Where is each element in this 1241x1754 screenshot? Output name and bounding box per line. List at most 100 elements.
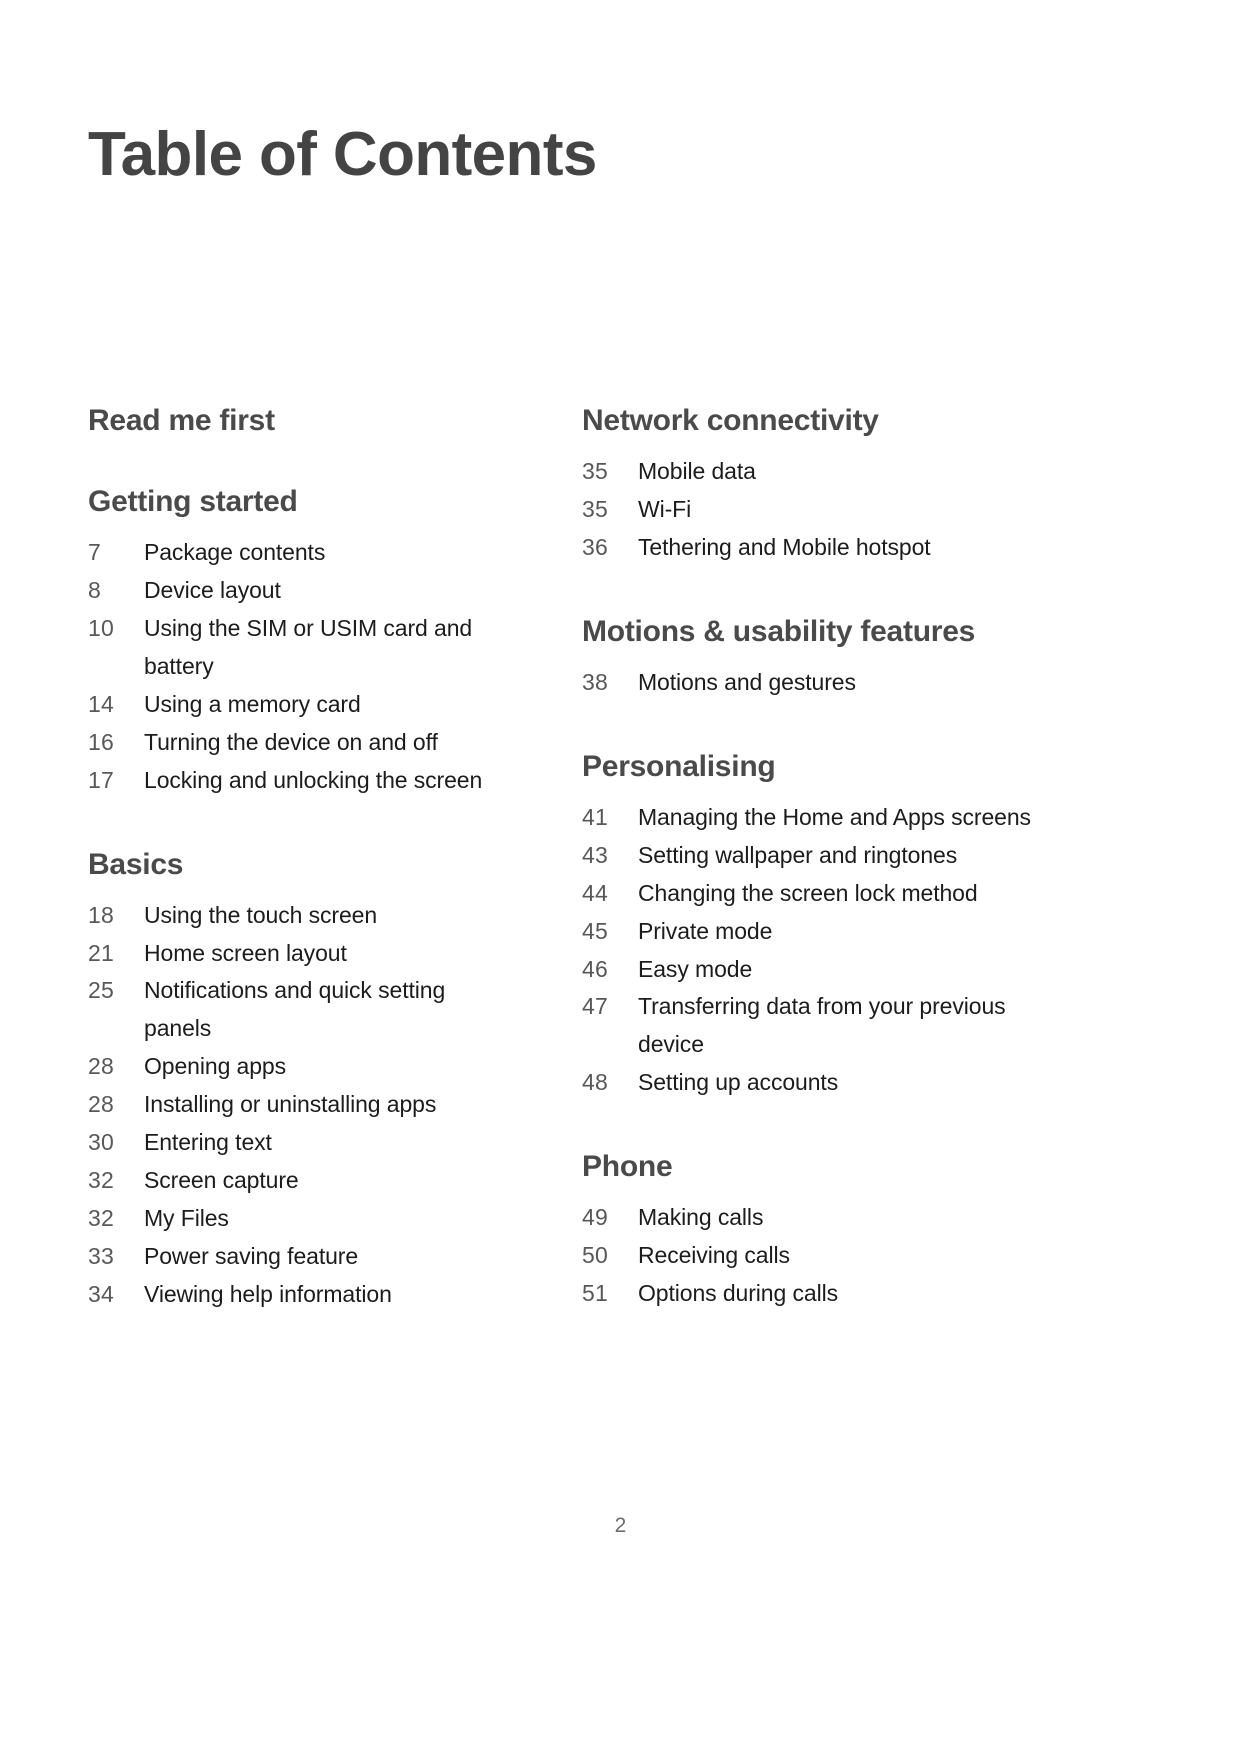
toc-entry[interactable]: 32 My Files bbox=[88, 1200, 500, 1238]
toc-entry[interactable]: 35 Wi-Fi bbox=[582, 491, 1060, 529]
toc-entry-title: Easy mode bbox=[638, 955, 753, 982]
toc-entry[interactable]: 33 Power saving feature bbox=[88, 1238, 500, 1276]
toc-columns: Read me first Getting started 7 Package con… bbox=[0, 404, 1241, 1314]
toc-entry-title: Private mode bbox=[638, 917, 773, 944]
toc-entry[interactable]: 18 Using the touch screen bbox=[88, 897, 500, 935]
toc-entry-page-number: 51 bbox=[582, 1280, 608, 1307]
toc-entry-page-number: 10 bbox=[88, 614, 114, 641]
toc-entry-title: Entering text bbox=[144, 1129, 272, 1156]
toc-entry-list: 18 Using the touch screen 21 Home screen la… bbox=[88, 897, 500, 1314]
toc-entry[interactable]: 7 Package contents bbox=[88, 534, 500, 572]
toc-entry-title: Locking and unlocking the screen bbox=[144, 766, 483, 793]
toc-entry-title: Notifications and quick setting panels bbox=[144, 977, 446, 1042]
section-heading: Getting started bbox=[88, 485, 298, 518]
toc-entry-list: 49 Making calls 50 Receiving calls 51 Options… bbox=[582, 1199, 1060, 1313]
toc-entry-title: Managing the Home and Apps screens bbox=[638, 803, 1031, 830]
toc-entry-page-number: 28 bbox=[88, 1091, 114, 1118]
toc-section: Personalising 41 Managing the Home and App… bbox=[582, 750, 1060, 1103]
toc-entry[interactable]: 45 Private mode bbox=[582, 913, 1060, 951]
toc-entry-title: Setting up accounts bbox=[638, 1069, 839, 1096]
toc-entry-title: Turning the device on and off bbox=[144, 728, 438, 755]
toc-entry-page-number: 43 bbox=[582, 841, 608, 868]
toc-entry[interactable]: 46 Easy mode bbox=[582, 951, 1060, 989]
toc-entry-page-number: 21 bbox=[88, 939, 114, 966]
toc-section: Read me first bbox=[88, 404, 500, 437]
section-heading: Network connectivity bbox=[582, 404, 879, 437]
toc-entry-page-number: 36 bbox=[582, 533, 608, 560]
toc-entry-title: Changing the screen lock method bbox=[638, 879, 978, 906]
toc-entry[interactable]: 28 Installing or uninstalling apps bbox=[88, 1086, 500, 1124]
toc-entry[interactable]: 34 Viewing help information bbox=[88, 1276, 500, 1314]
toc-entry-title: Using the SIM or USIM card and battery bbox=[144, 614, 473, 679]
footer-page-number: 2 bbox=[614, 1514, 627, 1537]
toc-entry-page-number: 44 bbox=[582, 879, 608, 906]
toc-entry-page-number: 18 bbox=[88, 901, 114, 928]
toc-entry-page-number: 48 bbox=[582, 1069, 608, 1096]
toc-section: Phone 49 Making calls 50 Receiving calls 51 Op… bbox=[582, 1150, 1060, 1313]
toc-entry-title: Device layout bbox=[144, 576, 281, 603]
toc-column-right: Network connectivity 35 Mobile data 35 Wi-Fi… bbox=[500, 404, 1060, 1313]
toc-entry[interactable]: 51 Options during calls bbox=[582, 1275, 1060, 1313]
toc-entry-title: Power saving feature bbox=[144, 1243, 359, 1269]
toc-entry-title: Setting wallpaper and ringtones bbox=[638, 841, 958, 868]
toc-entry-title: Making calls bbox=[638, 1204, 764, 1231]
toc-entry[interactable]: 38 Motions and gestures bbox=[582, 664, 1060, 702]
toc-entry[interactable]: 36 Tethering and Mobile hotspot bbox=[582, 529, 1060, 567]
toc-entry[interactable]: 30 Entering text bbox=[88, 1124, 500, 1162]
toc-entry-title: Options during calls bbox=[638, 1280, 838, 1307]
toc-entry-page-number: 14 bbox=[88, 690, 114, 717]
toc-entry-page-number: 33 bbox=[88, 1243, 114, 1269]
toc-entry-list: 35 Mobile data 35 Wi-Fi 36 Tethering and Mobi… bbox=[582, 453, 1060, 567]
toc-entry[interactable]: 49 Making calls bbox=[582, 1199, 1060, 1237]
toc-entry[interactable]: 43 Setting wallpaper and ringtones bbox=[582, 837, 1060, 875]
toc-entry[interactable]: 35 Mobile data bbox=[582, 453, 1060, 491]
toc-entry-page-number: 32 bbox=[88, 1167, 114, 1194]
toc-entry-list: 38 Motions and gestures bbox=[582, 664, 1060, 702]
toc-entry[interactable]: 32 Screen capture bbox=[88, 1162, 500, 1200]
toc-entry-page-number: 7 bbox=[88, 539, 101, 565]
toc-entry[interactable]: 44 Changing the screen lock method bbox=[582, 875, 1060, 913]
toc-entry-page-number: 38 bbox=[582, 668, 608, 695]
toc-entry-title: Screen capture bbox=[144, 1167, 299, 1194]
toc-page: Table of Contents Read me first Getting s… bbox=[0, 0, 1241, 1754]
toc-entry-page-number: 25 bbox=[88, 977, 114, 1004]
toc-section: Network connectivity 35 Mobile data 35 Wi-Fi… bbox=[582, 404, 1060, 567]
toc-entry-title: Using the touch screen bbox=[144, 901, 378, 928]
toc-entry[interactable]: 8 Device layout bbox=[88, 572, 500, 610]
toc-entry[interactable]: 41 Managing the Home and Apps screens bbox=[582, 799, 1060, 837]
toc-entry-page-number: 47 bbox=[582, 993, 608, 1020]
toc-entry[interactable]: 25 Notifications and quick setting panels bbox=[88, 972, 500, 1048]
toc-entry-page-number: 32 bbox=[88, 1205, 114, 1232]
toc-entry[interactable]: 10 Using the SIM or USIM card and battery bbox=[88, 610, 500, 686]
toc-entry-title: Motions and gestures bbox=[638, 668, 856, 695]
toc-entry[interactable]: 14 Using a memory card bbox=[88, 686, 500, 724]
toc-entry-page-number: 34 bbox=[88, 1280, 114, 1307]
toc-section: Basics 18 Using the touch screen 21 Home scr… bbox=[88, 848, 500, 1314]
toc-entry-page-number: 45 bbox=[582, 917, 608, 944]
toc-entry[interactable]: 16 Turning the device on and off bbox=[88, 724, 500, 762]
toc-column-left: Read me first Getting started 7 Package con… bbox=[0, 404, 500, 1314]
page-title: Table of Contents bbox=[88, 120, 597, 189]
toc-entry-page-number: 28 bbox=[88, 1053, 114, 1080]
toc-entry-title: Transferring data from your previous dev… bbox=[638, 993, 1006, 1058]
toc-entry-title: Installing or uninstalling apps bbox=[144, 1091, 437, 1118]
toc-entry-title: Mobile data bbox=[638, 458, 756, 484]
toc-entry-title: Home screen layout bbox=[144, 939, 347, 966]
section-heading: Motions & usability features bbox=[582, 614, 976, 648]
toc-entry-page-number: 35 bbox=[582, 458, 608, 484]
toc-entry-list: 41 Managing the Home and Apps screens 43 Se… bbox=[582, 799, 1060, 1103]
toc-entry-page-number: 46 bbox=[582, 955, 608, 982]
toc-entry-page-number: 8 bbox=[88, 576, 101, 603]
toc-entry[interactable]: 48 Setting up accounts bbox=[582, 1064, 1060, 1102]
section-heading: Basics bbox=[88, 847, 184, 881]
toc-entry[interactable]: 17 Locking and unlocking the screen bbox=[88, 762, 500, 800]
toc-entry-page-number: 17 bbox=[88, 766, 114, 793]
toc-entry-page-number: 50 bbox=[582, 1242, 608, 1269]
toc-entry[interactable]: 50 Receiving calls bbox=[582, 1237, 1060, 1275]
toc-entry[interactable]: 28 Opening apps bbox=[88, 1048, 500, 1086]
toc-entry-title: Tethering and Mobile hotspot bbox=[638, 533, 931, 560]
toc-section: Getting started 7 Package contents 8 Device … bbox=[88, 485, 500, 800]
toc-entry[interactable]: 47 Transferring data from your previous d… bbox=[582, 988, 1060, 1064]
toc-entry[interactable]: 21 Home screen layout bbox=[88, 935, 500, 973]
toc-entry-title: Package contents bbox=[144, 539, 326, 565]
